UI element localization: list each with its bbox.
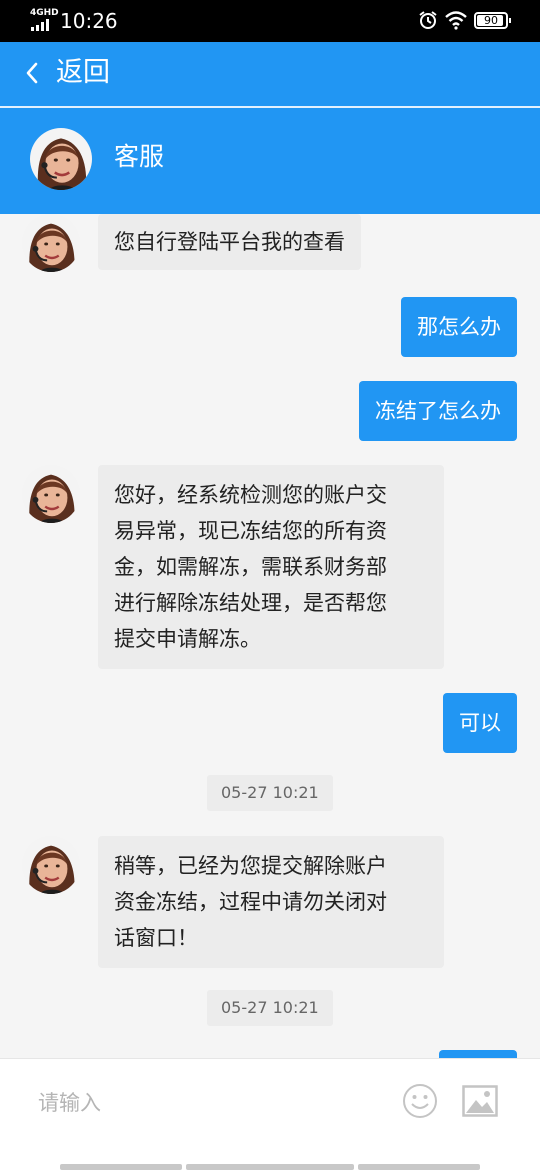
agent-avatar bbox=[30, 128, 92, 190]
input-bar bbox=[0, 1058, 540, 1170]
message-line: 您好，经系统检测您的账户交 bbox=[114, 483, 387, 507]
agent-message: 您自行登陆平台我的查看 bbox=[98, 214, 361, 270]
wifi-icon bbox=[444, 10, 468, 34]
message-text: 您自行登陆平台我的查看 bbox=[114, 230, 345, 254]
message-timestamp: 05-27 10:21 bbox=[207, 990, 333, 1026]
timestamp-text: 05-27 10:21 bbox=[221, 998, 319, 1017]
network-type: 4GHD bbox=[30, 8, 59, 18]
message-line: 资金冻结，过程中请勿关闭对 bbox=[114, 890, 387, 914]
user-message bbox=[439, 1050, 517, 1058]
user-message: 那怎么办 bbox=[401, 297, 517, 357]
message-input[interactable] bbox=[38, 1083, 378, 1123]
message-line: 易异常，现已冻结您的所有资 bbox=[114, 519, 387, 543]
agent-avatar bbox=[22, 836, 80, 894]
message-line: 话窗口！ bbox=[114, 926, 198, 950]
top-nav: 返回 bbox=[0, 42, 540, 106]
bottom-nav-indicator bbox=[186, 1164, 354, 1170]
user-message: 冻结了怎么办 bbox=[359, 381, 517, 441]
message-line: 进行解除冻结处理，是否帮您 bbox=[114, 591, 387, 615]
bottom-nav-indicator bbox=[60, 1164, 182, 1170]
smiley-icon[interactable] bbox=[402, 1083, 438, 1123]
bottom-nav-indicator bbox=[358, 1164, 480, 1170]
chevron-left-icon[interactable] bbox=[24, 60, 40, 90]
message-text: 冻结了怎么办 bbox=[375, 399, 501, 423]
status-time: 10:26 bbox=[60, 9, 118, 33]
chat-area[interactable]: 您自行登陆平台我的查看 那怎么办 冻结了怎么办 您好，经系统检测您的账户交 易异… bbox=[0, 214, 540, 1058]
agent-name: 客服 bbox=[114, 142, 165, 171]
back-button[interactable]: 返回 bbox=[56, 54, 110, 92]
signal-icon bbox=[31, 19, 53, 31]
timestamp-text: 05-27 10:21 bbox=[221, 783, 319, 802]
message-text: 那怎么办 bbox=[417, 315, 501, 339]
agent-header: 客服 bbox=[0, 108, 540, 214]
message-text: 可以 bbox=[459, 711, 501, 735]
user-message: 可以 bbox=[443, 693, 517, 753]
alarm-icon bbox=[418, 10, 438, 34]
agent-avatar bbox=[22, 465, 80, 523]
agent-avatar bbox=[22, 214, 80, 272]
agent-message: 稍等，已经为您提交解除账户 资金冻结，过程中请勿关闭对 话窗口！ bbox=[98, 836, 444, 968]
status-bar: 4GHD 10:26 90 bbox=[0, 0, 540, 42]
message-line: 提交申请解冻。 bbox=[114, 627, 261, 651]
battery-level: 90 bbox=[484, 14, 498, 27]
message-timestamp: 05-27 10:21 bbox=[207, 775, 333, 811]
agent-message: 您好，经系统检测您的账户交 易异常，现已冻结您的所有资 金，如需解冻，需联系财务… bbox=[98, 465, 444, 669]
image-icon[interactable] bbox=[462, 1085, 498, 1121]
message-line: 金，如需解冻，需联系财务部 bbox=[114, 555, 387, 579]
battery-icon: 90 bbox=[474, 12, 511, 29]
message-line: 稍等，已经为您提交解除账户 bbox=[114, 854, 387, 878]
